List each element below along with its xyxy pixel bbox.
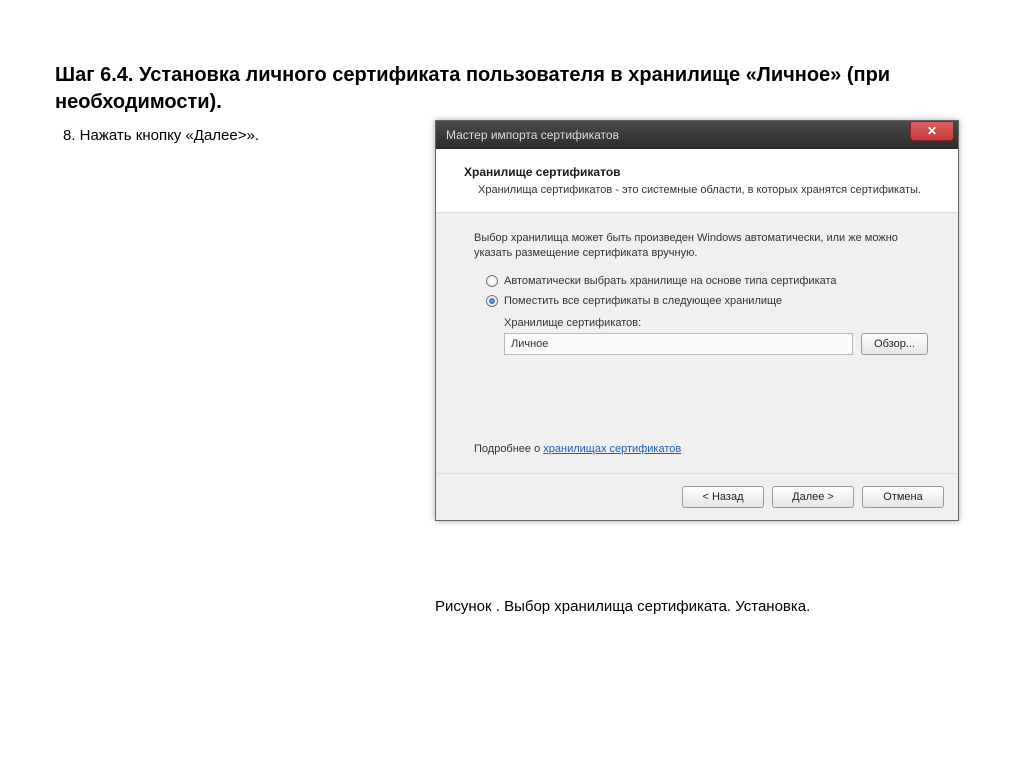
- window-titlebar: Мастер импорта сертификатов ✕: [436, 121, 958, 149]
- radio-place-row[interactable]: Поместить все сертификаты в следующее хр…: [486, 295, 928, 307]
- figure-caption: Рисунок . Выбор хранилища сертификата. У…: [435, 598, 810, 615]
- page-heading: Шаг 6.4. Установка личного сертификата п…: [55, 62, 955, 116]
- store-block: Хранилище сертификатов: Личное Обзор...: [504, 317, 928, 355]
- more-link[interactable]: хранилищах сертификатов: [543, 443, 681, 455]
- radio-auto-row[interactable]: Автоматически выбрать хранилище на основ…: [486, 275, 928, 287]
- more-prefix: Подробнее о: [474, 443, 543, 455]
- radio-auto-label: Автоматически выбрать хранилище на основ…: [504, 275, 837, 287]
- radio-place-label: Поместить все сертификаты в следующее хр…: [504, 295, 782, 307]
- body-paragraph: Выбор хранилища может быть произведен Wi…: [474, 231, 928, 261]
- browse-button[interactable]: Обзор...: [861, 333, 928, 355]
- more-info-row: Подробнее о хранилищах сертификатов: [474, 443, 928, 455]
- wizard-header: Хранилище сертификатов Хранилища сертифи…: [436, 149, 958, 213]
- radio-auto[interactable]: [486, 275, 498, 287]
- wizard-body: Выбор хранилища может быть произведен Wi…: [436, 213, 958, 473]
- instruction-text: 8. Нажать кнопку «Далее>».: [63, 127, 259, 144]
- close-icon: ✕: [927, 124, 937, 138]
- store-input[interactable]: Личное: [504, 333, 853, 355]
- wizard-footer: < Назад Далее > Отмена: [436, 473, 958, 520]
- cancel-button[interactable]: Отмена: [862, 486, 944, 508]
- radio-place[interactable]: [486, 295, 498, 307]
- section-title: Хранилище сертификатов: [464, 165, 930, 179]
- window-title: Мастер импорта сертификатов: [446, 128, 619, 142]
- store-label: Хранилище сертификатов:: [504, 317, 928, 329]
- next-button[interactable]: Далее >: [772, 486, 854, 508]
- close-button[interactable]: ✕: [910, 121, 954, 141]
- wizard-window: Мастер импорта сертификатов ✕ Хранилище …: [435, 120, 959, 521]
- back-button[interactable]: < Назад: [682, 486, 764, 508]
- section-subtitle: Хранилища сертификатов - это системные о…: [478, 183, 930, 198]
